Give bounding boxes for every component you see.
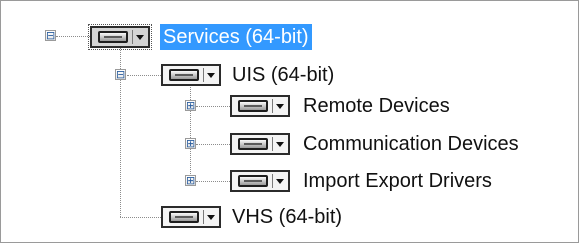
expand-icon[interactable]: ⊞ [185, 175, 196, 186]
communication-devices-icon-button[interactable] [230, 133, 290, 155]
drive-icon [238, 175, 268, 187]
service-tree-panel: ⊟ Services (64-bit) ⊟ UIS (64-bit) ⊞ Rem… [0, 0, 579, 243]
tree-connector-import-h [196, 181, 230, 182]
caret-down-icon [136, 35, 144, 40]
remote-devices-icon-button[interactable] [230, 95, 290, 117]
uis-node-icon-button[interactable] [161, 64, 221, 86]
expand-icon[interactable]: ⊞ [185, 100, 196, 111]
icon-divider [272, 99, 273, 113]
caret-down-icon [276, 104, 284, 109]
collapse-icon[interactable]: ⊟ [115, 69, 126, 80]
icon-divider [203, 68, 204, 82]
drive-icon [238, 100, 268, 112]
drive-icon [169, 211, 199, 223]
icon-divider [272, 174, 273, 188]
tree-item-vhs-64bit[interactable]: VHS (64-bit) [229, 204, 345, 230]
drive-icon [238, 138, 268, 150]
tree-connector-remote-h [196, 106, 230, 107]
collapse-icon[interactable]: ⊟ [45, 30, 56, 41]
tree-item-remote-devices[interactable]: Remote Devices [300, 93, 453, 119]
tree-item-import-export-drivers[interactable]: Import Export Drivers [300, 168, 495, 194]
services-node-icon-button[interactable] [88, 24, 152, 50]
tree-connector-root-h [56, 36, 90, 37]
icon-divider [203, 210, 204, 224]
caret-down-icon [276, 179, 284, 184]
icon-divider [132, 30, 133, 44]
icon-divider [272, 137, 273, 151]
tree-item-services-64bit[interactable]: Services (64-bit) [160, 24, 312, 50]
caret-down-icon [276, 142, 284, 147]
tree-item-uis-64bit[interactable]: UIS (64-bit) [229, 62, 337, 88]
import-export-drivers-icon-button[interactable] [230, 170, 290, 192]
caret-down-icon [207, 215, 215, 220]
tree-connector-vhs-h [120, 217, 161, 218]
tree-connector-uis-h [127, 75, 161, 76]
tree-connector-comm-h [196, 144, 230, 145]
drive-icon [98, 31, 128, 43]
drive-icon [169, 69, 199, 81]
tree-item-communication-devices[interactable]: Communication Devices [300, 131, 522, 157]
expand-icon[interactable]: ⊞ [185, 138, 196, 149]
vhs-node-icon-button[interactable] [161, 206, 221, 228]
caret-down-icon [207, 73, 215, 78]
